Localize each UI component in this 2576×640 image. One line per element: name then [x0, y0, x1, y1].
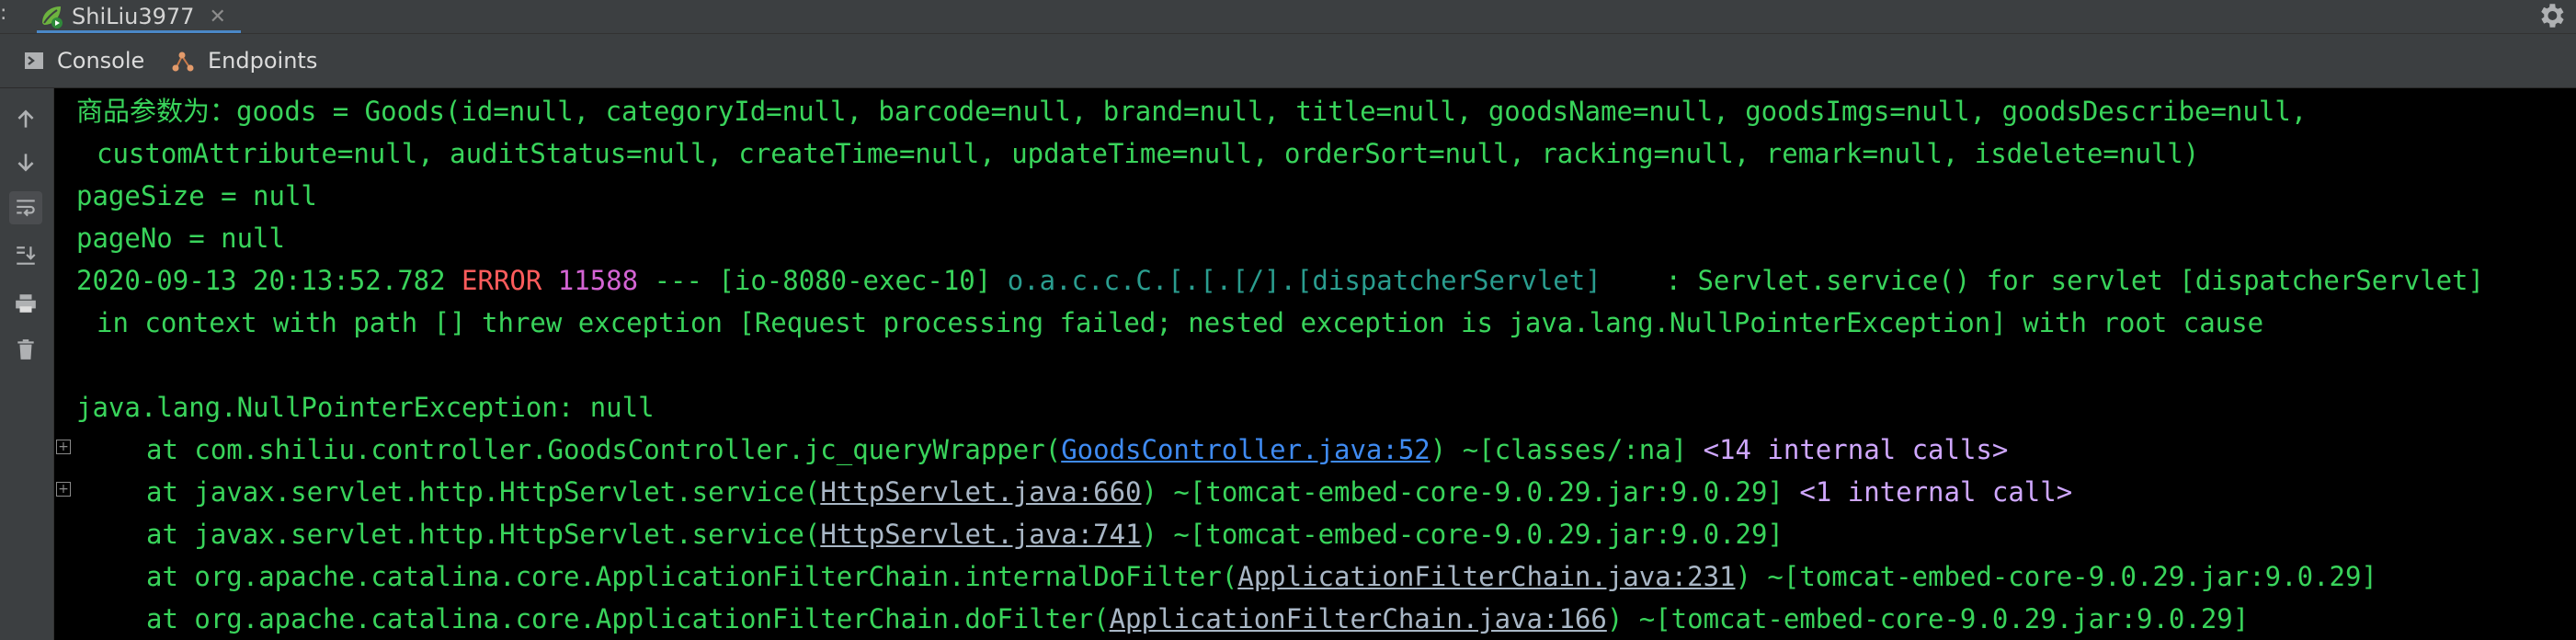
console-output[interactable]: 商品参数为：goods = Goods(id=null, categoryId=… [54, 88, 2576, 640]
stack-frame: at javax.servlet.http.HttpServlet.servic… [146, 471, 2072, 513]
arrow-down-icon[interactable] [9, 145, 42, 178]
endpoints-icon [172, 51, 194, 72]
stack-frame: at javax.servlet.http.HttpServlet.servic… [146, 513, 1784, 555]
frame-method: at org.apache.catalina.core.ApplicationF… [146, 603, 1110, 634]
log-logger: o.a.c.c.C.[.[.[/].[dispatcherServlet] [1007, 265, 1601, 296]
spring-run-icon [42, 6, 63, 29]
log-line-error: 2020-09-13 20:13:52.782 ERROR 11588 --- … [76, 259, 2484, 302]
frame-location: ) ~[tomcat-embed-core-9.0.29.jar:9.0.29] [1735, 561, 2377, 592]
gear-icon[interactable] [2536, 0, 2567, 31]
log-timestamp: 2020-09-13 20:13:52.782 [76, 265, 462, 296]
console-subtabs: Console Endpoints [0, 34, 2576, 88]
console-line: in context with path [] threw exception … [97, 307, 2264, 338]
source-link[interactable]: ApplicationFilterChain.java:231 [1237, 561, 1735, 592]
expand-stack-frames-icon[interactable]: + [56, 482, 71, 497]
internal-calls[interactable]: <1 internal call> [1799, 476, 2072, 508]
internal-calls[interactable]: <14 internal calls> [1704, 434, 2009, 465]
source-link[interactable]: HttpServlet.java:741 [820, 519, 1141, 550]
stack-frame: at org.apache.catalina.core.ApplicationF… [146, 555, 2377, 598]
console-left-toolbar [0, 88, 54, 640]
exception-header: java.lang.NullPointerException: null [76, 392, 655, 423]
frame-location: ) ~[classes/:na] [1430, 434, 1704, 465]
active-tab-indicator [37, 30, 241, 33]
scroll-to-end-icon[interactable] [9, 239, 42, 272]
frame-method: at org.apache.catalina.core.ApplicationF… [146, 561, 1238, 592]
frame-method: at javax.servlet.http.HttpServlet.servic… [146, 519, 821, 550]
log-level: ERROR [462, 265, 542, 296]
run-tool-window-header: : ShiLiu3977 ✕ [0, 0, 2576, 34]
source-link[interactable]: GoodsController.java:52 [1061, 434, 1430, 465]
stack-frame: at org.apache.catalina.core.ApplicationF… [146, 598, 2249, 640]
tab-endpoints-label: Endpoints [208, 48, 318, 74]
run-tab-label: ShiLiu3977 [72, 4, 195, 29]
log-thread: --- [io-8080-exec-10] [638, 265, 1008, 296]
frame-location: ) ~[tomcat-embed-core-9.0.29.jar:9.0.29] [1141, 476, 1800, 508]
print-icon[interactable] [9, 287, 42, 320]
log-pid: 11588 [541, 265, 639, 296]
soft-wrap-icon[interactable] [9, 191, 42, 224]
expand-stack-frames-icon[interactable]: + [56, 440, 71, 454]
source-link[interactable]: HttpServlet.java:660 [820, 476, 1141, 508]
arrow-up-icon[interactable] [9, 103, 42, 136]
run-config-tab[interactable]: ShiLiu3977 ✕ [37, 0, 241, 33]
tab-console[interactable]: Console [24, 34, 144, 87]
frame-location: ) ~[tomcat-embed-core-9.0.29.jar:9.0.29] [1606, 603, 2250, 634]
source-link[interactable]: ApplicationFilterChain.java:166 [1110, 603, 1607, 634]
close-icon[interactable]: ✕ [209, 6, 225, 29]
console-line: customAttribute=null, auditStatus=null, … [97, 138, 2200, 169]
frame-method: at javax.servlet.http.HttpServlet.servic… [146, 476, 821, 508]
frame-location: ) ~[tomcat-embed-core-9.0.29.jar:9.0.29] [1141, 519, 1784, 550]
console-line: pageNo = null [76, 223, 285, 254]
trash-icon[interactable] [9, 333, 42, 366]
frame-method: at com.shiliu.controller.GoodsController… [146, 434, 1062, 465]
console-line: 商品参数为：goods = Goods(id=null, categoryId=… [76, 96, 2308, 127]
log-message: : Servlet.service() for servlet [dispatc… [1601, 265, 2484, 296]
console-line: pageSize = null [76, 180, 317, 211]
stack-frame: at com.shiliu.controller.GoodsController… [146, 429, 2008, 471]
console-icon [25, 52, 43, 69]
header-left-mark: : [0, 2, 7, 25]
tab-console-label: Console [57, 48, 145, 74]
tab-endpoints[interactable]: Endpoints [171, 34, 317, 87]
